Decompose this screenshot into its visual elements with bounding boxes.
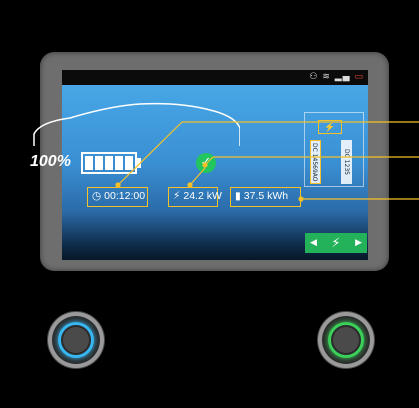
right-push-button[interactable] [322,316,370,364]
left-push-button[interactable] [52,316,100,364]
button-cap [333,327,359,353]
button-cap [63,327,89,353]
